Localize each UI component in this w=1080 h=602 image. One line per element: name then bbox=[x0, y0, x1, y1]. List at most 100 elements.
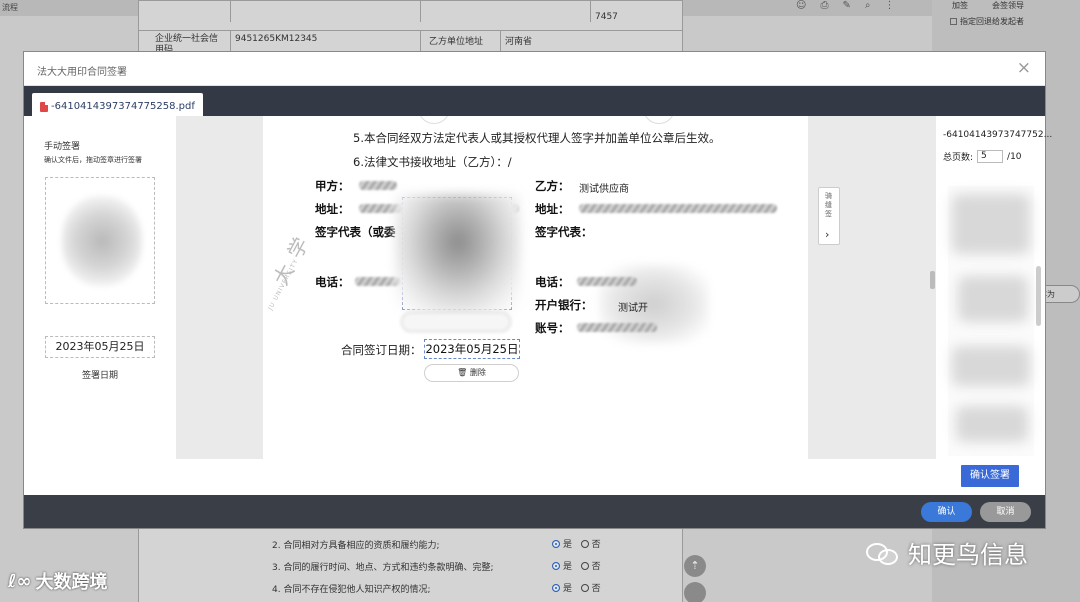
page-thumbnail-panel: -64104143973747752... 总页数: 5 /10 bbox=[936, 116, 1052, 459]
radio-no-label: 否 bbox=[591, 562, 601, 572]
clause-5: 5.本合同经双方法定代表人或其授权代理人签字并加盖单位公章后生效。 bbox=[353, 131, 721, 145]
checkbox-icon bbox=[950, 18, 957, 25]
thumbnail-content bbox=[956, 406, 1028, 442]
sign-workspace: 手动签署 确认文件后，拖动签章进行签署 2023年05月25日 签署日期 大 学… bbox=[24, 116, 1052, 459]
brand-logo-icon: ℓ∞ bbox=[8, 570, 32, 592]
account-label: 账号： bbox=[535, 321, 570, 335]
total-pages-label: 总页数: bbox=[943, 153, 974, 163]
modal-footer: 确认 取消 bbox=[24, 495, 1045, 528]
party-b-label: 乙方： bbox=[535, 179, 570, 193]
seal-image bbox=[62, 196, 142, 286]
radio-no-icon[interactable] bbox=[580, 540, 589, 548]
redacted-account bbox=[577, 323, 657, 332]
radio-yes-icon[interactable] bbox=[552, 540, 560, 548]
question-item: 3. 合同的履行时间、地点、方式和违约条款明确、完整; bbox=[272, 563, 494, 573]
document-header-seal-mark bbox=[643, 116, 675, 124]
address-b-label: 地址： bbox=[535, 202, 570, 216]
table-cell: 河南省 bbox=[501, 31, 683, 52]
ok-button[interactable]: 确认 bbox=[921, 502, 972, 522]
radio-no-icon[interactable] bbox=[580, 562, 589, 570]
add-sign-action[interactable]: 加签 bbox=[952, 0, 968, 10]
delete-label: 删除 bbox=[469, 368, 486, 377]
sign-date-label: 签署日期 bbox=[82, 371, 119, 381]
tab-pdf-file[interactable]: -6410414397374775258.pdf bbox=[32, 93, 203, 116]
thumbnail-scrollbar[interactable] bbox=[1036, 266, 1041, 326]
scroll-bottom-button[interactable] bbox=[684, 582, 706, 602]
radio-no-label: 否 bbox=[591, 540, 601, 550]
sign-rep-a-label: 签字代表（或委 bbox=[315, 225, 396, 239]
delete-button[interactable]: 🗑 删除 bbox=[424, 364, 519, 382]
sign-date-label: 合同签订日期： bbox=[341, 343, 422, 357]
redacted-phone-b bbox=[577, 277, 637, 286]
trash-icon: 🗑 bbox=[457, 368, 468, 377]
cancel-button[interactable]: 取消 bbox=[980, 502, 1031, 522]
close-icon[interactable]: × bbox=[1017, 60, 1031, 77]
sign-contract-modal: 法大大用印合同签署 × -6410414397374775258.pdf 手动签… bbox=[24, 52, 1052, 528]
clause-6: 6.法律文书接收地址（乙方）：/ bbox=[353, 155, 512, 169]
countersign-action[interactable]: 会签领导 bbox=[992, 0, 1024, 10]
corner-brand-watermark: ℓ∞ 大数跨境 bbox=[8, 568, 107, 594]
radio-group[interactable]: 是 否 bbox=[552, 537, 601, 550]
search-icon[interactable]: ⌕ bbox=[865, 0, 871, 11]
background-toolbar-icons: ☺ ⎙ ✎ ⌕ ⋮ bbox=[796, 0, 894, 11]
signature-image bbox=[395, 194, 521, 314]
table-cell: 9451265KM12345 bbox=[231, 31, 421, 52]
more-icon[interactable]: ⋮ bbox=[884, 0, 894, 11]
question-item: 4. 合同不存在侵犯他人知识产权的情况; bbox=[272, 585, 431, 595]
university-watermark: 大 学 bbox=[268, 231, 315, 290]
radio-yes-icon[interactable] bbox=[552, 584, 560, 592]
radio-group[interactable]: 是 否 bbox=[552, 581, 601, 594]
redacted-address-b bbox=[579, 204, 777, 213]
question-item: 2. 合同相对方具备相应的资质和履约能力; bbox=[272, 541, 440, 551]
seam-sign-button[interactable]: 骑缝签 › bbox=[818, 187, 840, 245]
tab-label: -6410414397374775258.pdf bbox=[51, 101, 195, 112]
sign-rep-b-label: 签字代表： bbox=[535, 225, 593, 239]
chevron-right-icon: › bbox=[825, 228, 830, 241]
seam-sign-label: 骑缝签 bbox=[825, 192, 832, 218]
radio-yes-icon[interactable] bbox=[552, 562, 560, 570]
print-icon[interactable]: ⎙ bbox=[820, 0, 828, 11]
wechat-account-name: 知更鸟信息 bbox=[908, 541, 1028, 569]
file-tab-bar: -6410414397374775258.pdf bbox=[24, 86, 1045, 116]
radio-no-label: 否 bbox=[591, 584, 601, 594]
document-scrollbar[interactable] bbox=[930, 271, 935, 289]
screen: 流程 7457 企业统一社会信用码 9451265KM12345 乙方单位地址 … bbox=[0, 0, 1080, 602]
seal-drag-source[interactable] bbox=[45, 177, 155, 304]
table-cell: 7457 bbox=[591, 1, 683, 22]
manual-sign-hint: 确认文件后，拖动签章进行签署 bbox=[44, 156, 142, 164]
modal-header: 法大大用印合同签署 × bbox=[24, 52, 1045, 86]
modal-title: 法大大用印合同签署 bbox=[37, 67, 127, 78]
confirm-sign-bar: 确认签署 bbox=[24, 459, 1045, 495]
thumbnail-content bbox=[952, 346, 1030, 386]
scroll-top-button[interactable]: ⇡ bbox=[684, 555, 706, 577]
signature-action-button[interactable] bbox=[401, 312, 511, 332]
document-header-seal-mark bbox=[418, 116, 450, 124]
wechat-icon bbox=[866, 539, 902, 567]
party-a-label: 甲方： bbox=[315, 179, 350, 193]
comment-icon[interactable]: ☺ bbox=[796, 0, 806, 11]
manual-sign-panel: 手动签署 确认文件后，拖动签章进行签署 2023年05月25日 签署日期 bbox=[24, 116, 176, 459]
placed-signature[interactable] bbox=[395, 194, 521, 314]
radio-yes-label: 是 bbox=[563, 562, 573, 572]
thumbnail-file-name: -64104143973747752... bbox=[943, 130, 1053, 140]
return-to-initiator-checkbox[interactable]: 指定回退给发起者 bbox=[950, 16, 1024, 27]
page-navigator: 总页数: 5 /10 bbox=[943, 150, 1022, 163]
confirm-sign-button[interactable]: 确认签署 bbox=[961, 465, 1019, 487]
page-thumbnail[interactable] bbox=[948, 186, 1034, 456]
bank-value: 测试开 bbox=[618, 303, 648, 314]
table-row: 企业统一社会信用码 9451265KM12345 乙方单位地址 河南省 bbox=[139, 30, 683, 55]
radio-no-icon[interactable] bbox=[580, 584, 589, 592]
page-number-input[interactable]: 5 bbox=[977, 150, 1004, 163]
table-cell bbox=[421, 1, 591, 22]
placed-sign-date[interactable]: 2023年05月25日 bbox=[424, 339, 520, 359]
radio-yes-label: 是 bbox=[563, 584, 573, 594]
pdf-file-icon bbox=[40, 101, 48, 112]
sign-date-drag-source[interactable]: 2023年05月25日 bbox=[45, 336, 155, 358]
bank-label: 开户银行： bbox=[535, 298, 593, 312]
attach-icon[interactable]: ✎ bbox=[842, 0, 850, 11]
company-seal-image bbox=[599, 264, 709, 344]
table-row: 7457 bbox=[139, 0, 683, 22]
contract-document-page[interactable]: 大 学 JU UNIVERSITY 5.本合同经双方法定代表人或其授权代理人签字… bbox=[263, 116, 808, 459]
radio-group[interactable]: 是 否 bbox=[552, 559, 601, 572]
corner-brand-name: 大数跨境 bbox=[35, 572, 108, 593]
